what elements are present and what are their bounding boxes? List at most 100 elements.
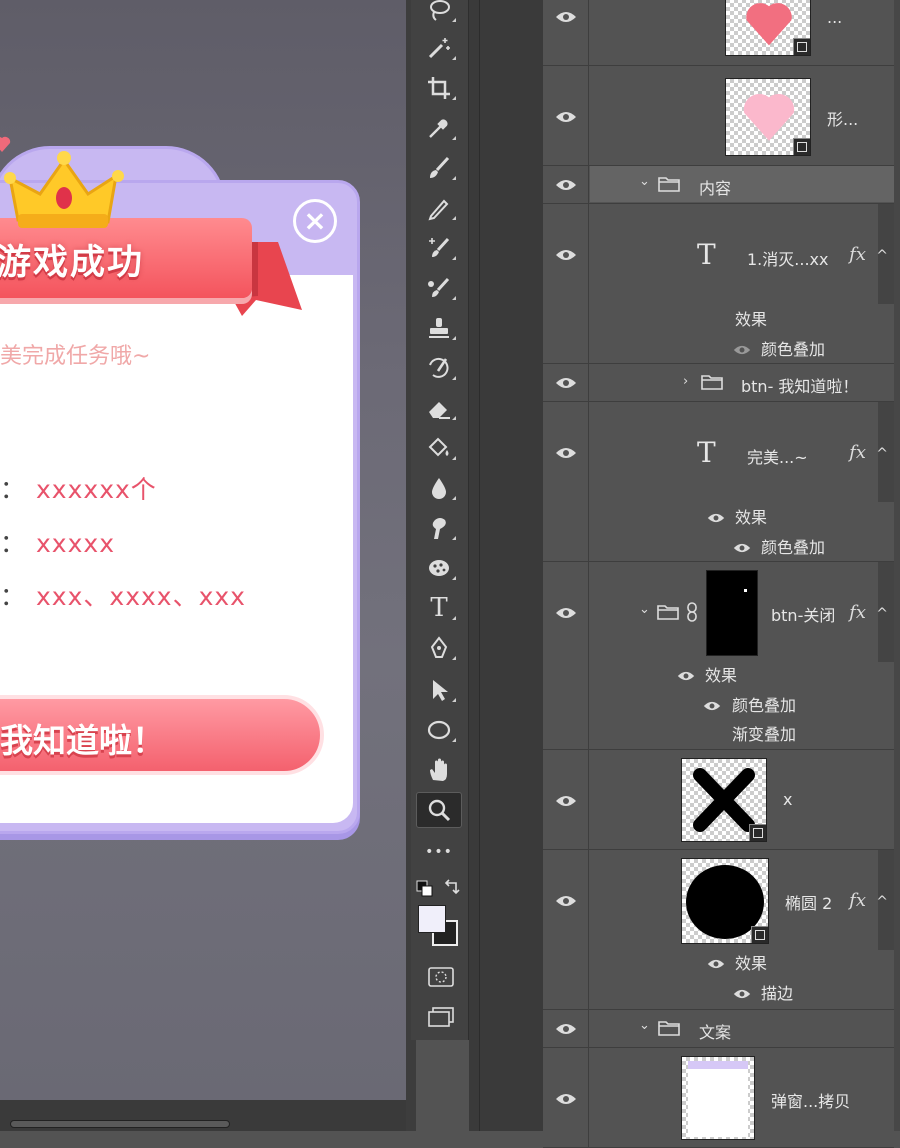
visibility-eye-icon[interactable]: [555, 1092, 577, 1106]
eyedropper-tool-icon[interactable]: [416, 110, 462, 146]
layer-name[interactable]: 完美...~: [747, 444, 808, 468]
layer-group-row[interactable]: ⌄ btn-关闭 fx ^ 效果 颜色叠加 渐变叠加: [543, 562, 894, 750]
layer-group-row[interactable]: ⌄ 文案: [543, 1010, 894, 1048]
info-row: ： xxxxx: [0, 524, 115, 560]
layer-group-row[interactable]: ⌄ 内容: [543, 166, 894, 204]
layer-name[interactable]: btn- 我知道啦！: [741, 373, 858, 397]
layer-name[interactable]: 1.消灭...xx: [747, 246, 828, 270]
visibility-eye-icon[interactable]: [555, 894, 577, 908]
swap-colors-icon[interactable]: [443, 878, 461, 896]
blur-tool-icon[interactable]: [416, 470, 462, 506]
color-replacement-tool-icon[interactable]: [416, 230, 462, 266]
hand-tool-icon[interactable]: [416, 752, 462, 788]
type-tool-icon[interactable]: T: [416, 590, 462, 626]
screen-mode-icon[interactable]: [427, 1006, 455, 1028]
effect-visibility-eye-icon[interactable]: [733, 344, 751, 356]
fx-icon[interactable]: fx: [849, 244, 866, 265]
text-layer-icon: T: [697, 436, 716, 469]
effect-color-overlay[interactable]: 颜色叠加: [761, 336, 825, 360]
collapse-caret-icon[interactable]: ^: [876, 606, 888, 622]
lasso-tool-icon[interactable]: [416, 0, 462, 28]
folder-icon: [657, 605, 679, 620]
foreground-color-swatch[interactable]: [418, 905, 446, 933]
paint-bucket-tool-icon[interactable]: [416, 430, 462, 466]
chevron-right-icon[interactable]: ›: [683, 374, 688, 389]
effect-color-overlay[interactable]: 颜色叠加: [732, 692, 796, 716]
clone-stamp-tool-icon[interactable]: [416, 310, 462, 346]
effect-visibility-eye-icon[interactable]: [733, 988, 751, 1000]
chevron-down-icon[interactable]: ⌄: [639, 1018, 650, 1033]
layers-scrollbar[interactable]: [894, 0, 900, 1131]
layer-mask-thumbnail[interactable]: [706, 570, 758, 656]
fx-icon[interactable]: fx: [849, 890, 866, 911]
effect-color-overlay[interactable]: 颜色叠加: [761, 534, 825, 558]
eraser-tool-icon[interactable]: [416, 390, 462, 426]
visibility-eye-icon[interactable]: [555, 178, 577, 192]
visibility-eye-icon[interactable]: [555, 606, 577, 620]
layer-group-row[interactable]: › btn- 我知道啦！: [543, 364, 894, 402]
chevron-down-icon[interactable]: ⌄: [639, 174, 650, 189]
fx-icon[interactable]: fx: [849, 442, 866, 463]
info-row: ： xxx、xxxx、xxx: [0, 577, 246, 613]
mixer-brush-tool-icon[interactable]: [416, 270, 462, 306]
crop-tool-icon[interactable]: [416, 70, 462, 106]
effect-visibility-eye-icon[interactable]: [677, 670, 695, 682]
layer-row[interactable]: ...: [543, 0, 894, 66]
layer-row[interactable]: 弹窗...拷贝: [543, 1048, 894, 1148]
effect-visibility-eye-icon[interactable]: [707, 512, 725, 524]
history-brush-tool-icon[interactable]: [416, 350, 462, 386]
layer-name[interactable]: 内容: [699, 175, 731, 199]
layer-name[interactable]: x: [783, 790, 792, 809]
layer-name[interactable]: 形...: [827, 106, 858, 130]
brush-tool-icon[interactable]: [416, 150, 462, 186]
layer-row[interactable]: 形...: [543, 66, 894, 166]
layer-row[interactable]: T 1.消灭...xx fx ^ 效果 颜色叠加: [543, 204, 894, 364]
effect-gradient-overlay[interactable]: 渐变叠加: [732, 721, 796, 745]
quick-mask-icon[interactable]: [427, 966, 455, 988]
layer-row[interactable]: T 完美...~ fx ^ 效果 颜色叠加: [543, 402, 894, 562]
fx-icon[interactable]: fx: [849, 602, 866, 623]
effect-stroke[interactable]: 描边: [761, 980, 793, 1004]
link-icon[interactable]: [685, 602, 699, 622]
visibility-eye-icon[interactable]: [555, 1022, 577, 1036]
row-value: xxxxxx个: [36, 475, 157, 504]
layer-thumbnail: [725, 0, 811, 56]
close-button[interactable]: ×: [293, 199, 337, 243]
visibility-eye-icon[interactable]: [555, 376, 577, 390]
smudge-tool-icon[interactable]: [416, 510, 462, 546]
effect-visibility-eye-icon[interactable]: [707, 958, 725, 970]
canvas-horizontal-scrollbar[interactable]: [0, 1100, 406, 1131]
layer-thumbnail: [725, 78, 811, 156]
selected-highlight: [590, 166, 894, 202]
layer-name[interactable]: ...: [827, 8, 842, 27]
visibility-eye-icon[interactable]: [555, 446, 577, 460]
visibility-eye-icon[interactable]: [555, 248, 577, 262]
pencil-tool-icon[interactable]: [416, 190, 462, 226]
more-tools-icon[interactable]: •••: [416, 834, 462, 870]
layer-name[interactable]: btn-关闭: [771, 602, 835, 626]
collapse-caret-icon[interactable]: ^: [876, 894, 888, 910]
collapse-caret-icon[interactable]: ^: [876, 446, 888, 462]
effect-visibility-eye-icon[interactable]: [733, 542, 751, 554]
scrollbar-thumb[interactable]: [10, 1120, 230, 1128]
layer-name[interactable]: 文案: [699, 1019, 731, 1043]
visibility-eye-icon[interactable]: [555, 10, 577, 24]
effects-label: 效果: [735, 954, 768, 973]
layer-row[interactable]: 椭圆 2 fx ^ 效果 描边: [543, 850, 894, 1010]
path-selection-tool-icon[interactable]: [416, 672, 462, 708]
zoom-tool-icon[interactable]: [416, 792, 462, 828]
default-colors-icon[interactable]: [416, 880, 434, 898]
ellipse-tool-icon[interactable]: [416, 712, 462, 748]
visibility-eye-icon[interactable]: [555, 794, 577, 808]
collapse-caret-icon[interactable]: ^: [876, 248, 888, 264]
layer-row[interactable]: x: [543, 750, 894, 850]
magic-wand-tool-icon[interactable]: [416, 30, 462, 66]
layer-name[interactable]: 弹窗...拷贝: [771, 1088, 850, 1112]
document-canvas[interactable]: 游戏成功 × 美完成任务哦~ ： xxxxxx个 ： xxxxx ： xxx、xxxx…: [0, 0, 406, 1100]
effect-visibility-eye-icon[interactable]: [703, 700, 721, 712]
chevron-down-icon[interactable]: ⌄: [639, 602, 650, 617]
sponge-tool-icon[interactable]: [416, 550, 462, 586]
pen-tool-icon[interactable]: [416, 630, 462, 666]
layer-name[interactable]: 椭圆 2: [785, 890, 832, 914]
visibility-eye-icon[interactable]: [555, 110, 577, 124]
